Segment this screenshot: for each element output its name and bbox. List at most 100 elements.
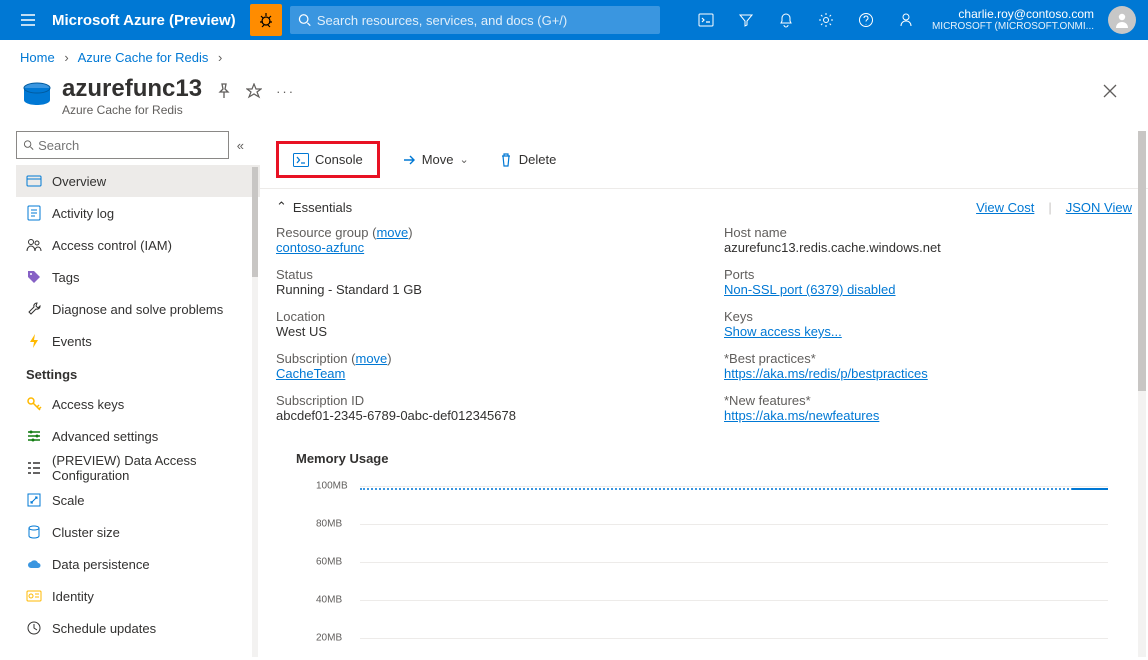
essentials-key: Host name	[724, 225, 1132, 240]
essentials-key: Keys	[724, 309, 1132, 324]
main-scrollbar[interactable]	[1138, 131, 1146, 657]
move-link[interactable]: move	[355, 351, 387, 366]
scale-icon	[26, 492, 42, 508]
essentials-link[interactable]: https://aka.ms/redis/p/bestpractices	[724, 366, 928, 381]
sidebar-item-scale[interactable]: Scale	[16, 484, 260, 516]
data-series-tail	[1072, 488, 1108, 490]
sidebar-item-data-persistence[interactable]: Data persistence	[16, 548, 260, 580]
wrench-icon	[26, 301, 42, 317]
sidebar-item-diagnose-and-solve-problems[interactable]: Diagnose and solve problems	[16, 293, 260, 325]
cloud-icon	[26, 556, 42, 572]
sidebar-item-label: Schedule updates	[52, 621, 156, 636]
essentials-value: https://aka.ms/newfeatures	[724, 408, 1132, 423]
essentials-link[interactable]: Non-SSL port (6379) disabled	[724, 282, 896, 297]
sidebar: « Overview Activity log Access control (IA…	[0, 131, 260, 657]
memory-usage-chart: Memory Usage 100MB80MB60MB40MB20MB	[260, 437, 1148, 657]
cloud-shell-icon[interactable]	[686, 0, 726, 40]
sidebar-item-cluster-size[interactable]: Cluster size	[16, 516, 260, 548]
ytick-label: 100MB	[316, 481, 348, 492]
essentials-link[interactable]: contoso-azfunc	[276, 240, 364, 255]
sidebar-item-label: Identity	[52, 589, 94, 604]
chart-title: Memory Usage	[290, 447, 1118, 486]
essentials-key: Ports	[724, 267, 1132, 282]
brand-label[interactable]: Microsoft Azure (Preview)	[48, 12, 250, 29]
trash-icon	[499, 153, 513, 167]
global-search-input[interactable]	[317, 13, 652, 28]
account-org: MICROSOFT (MICROSOFT.ONMI...	[932, 21, 1094, 33]
sidebar-item-advanced-settings[interactable]: Advanced settings	[16, 420, 260, 452]
favorite-icon[interactable]	[246, 83, 262, 99]
list-icon	[26, 460, 42, 476]
console-icon	[293, 153, 309, 167]
overview-icon	[26, 173, 42, 189]
hamburger-menu[interactable]	[8, 12, 48, 28]
help-icon[interactable]	[846, 0, 886, 40]
resource-title: azurefunc13	[62, 75, 202, 103]
sidebar-item-access-control-iam-[interactable]: Access control (IAM)	[16, 229, 260, 261]
collapse-sidebar-icon[interactable]: «	[237, 138, 244, 153]
sidebar-item-label: Access control (IAM)	[52, 238, 172, 253]
sidebar-item-label: Scale	[52, 493, 85, 508]
essentials-key: Status	[276, 267, 684, 282]
sidebar-item-schedule-updates[interactable]: Schedule updates	[16, 612, 260, 644]
chevron-down-icon: ⌄	[460, 153, 469, 166]
essentials-toggle[interactable]: ⌃ Essentials	[276, 199, 352, 215]
chevron-up-icon: ⌃	[276, 199, 287, 215]
settings-icon[interactable]	[806, 0, 846, 40]
close-blade-icon[interactable]	[1102, 83, 1118, 99]
essentials-key: Subscription ID	[276, 393, 684, 408]
feedback-icon[interactable]	[886, 0, 926, 40]
sidebar-search[interactable]	[16, 131, 229, 159]
json-view-link[interactable]: JSON View	[1066, 200, 1132, 215]
sidebar-item-label: Events	[52, 334, 92, 349]
id-icon	[26, 588, 42, 604]
essentials-key: *New features*	[724, 393, 1132, 408]
account-info[interactable]: charlie.roy@contoso.com MICROSOFT (MICRO…	[926, 7, 1100, 33]
avatar[interactable]	[1108, 6, 1136, 34]
data-series-line	[360, 488, 1108, 490]
essentials-link[interactable]: CacheTeam	[276, 366, 345, 381]
sidebar-item-access-keys[interactable]: Access keys	[16, 388, 260, 420]
delete-button[interactable]: Delete	[491, 148, 565, 171]
resource-header: azurefunc13 Azure Cache for Redis ···	[0, 71, 1148, 131]
sidebar-section-settings: Settings	[16, 357, 260, 388]
command-bar: Console Move ⌄ Delete	[260, 131, 1148, 189]
move-link[interactable]: move	[376, 225, 408, 240]
essentials-key: *Best practices*	[724, 351, 1132, 366]
tag-icon	[26, 269, 42, 285]
sidebar-search-input[interactable]	[38, 138, 222, 153]
essentials-value: Running - Standard 1 GB	[276, 282, 684, 297]
notifications-icon[interactable]	[766, 0, 806, 40]
preview-bug-icon[interactable]	[250, 4, 282, 36]
more-icon[interactable]: ···	[276, 84, 295, 99]
sidebar-item-overview[interactable]: Overview	[16, 165, 260, 197]
ytick-label: 80MB	[316, 519, 342, 530]
sidebar-item-label: Advanced settings	[52, 429, 158, 444]
sidebar-item-label: Access keys	[52, 397, 124, 412]
sidebar-item-label: Overview	[52, 174, 106, 189]
console-button[interactable]: Console	[276, 141, 380, 178]
sidebar-item-events[interactable]: Events	[16, 325, 260, 357]
essentials-row: LocationWest US	[276, 309, 684, 339]
sidebar-item-identity[interactable]: Identity	[16, 580, 260, 612]
essentials-row: StatusRunning - Standard 1 GB	[276, 267, 684, 297]
sidebar-item-label: (PREVIEW) Data Access Configuration	[52, 453, 250, 483]
breadcrumb-service[interactable]: Azure Cache for Redis	[78, 50, 209, 65]
pin-icon[interactable]	[216, 83, 232, 99]
sidebar-scrollbar[interactable]	[252, 167, 258, 657]
filter-icon[interactable]	[726, 0, 766, 40]
essentials-link[interactable]: https://aka.ms/newfeatures	[724, 408, 879, 423]
move-button[interactable]: Move ⌄	[394, 148, 477, 171]
sidebar-item--preview-data-access-configuration[interactable]: (PREVIEW) Data Access Configuration	[16, 452, 260, 484]
sidebar-item-tags[interactable]: Tags	[16, 261, 260, 293]
essentials-link[interactable]: Show access keys...	[724, 324, 842, 339]
global-search[interactable]	[290, 6, 660, 34]
breadcrumb-home[interactable]: Home	[20, 50, 55, 65]
gridline	[360, 524, 1108, 525]
sidebar-item-label: Activity log	[52, 206, 114, 221]
view-cost-link[interactable]: View Cost	[976, 200, 1034, 215]
ytick-label: 60MB	[316, 557, 342, 568]
log-icon	[26, 205, 42, 221]
sidebar-item-activity-log[interactable]: Activity log	[16, 197, 260, 229]
essentials-row: Subscription (move)CacheTeam	[276, 351, 684, 381]
